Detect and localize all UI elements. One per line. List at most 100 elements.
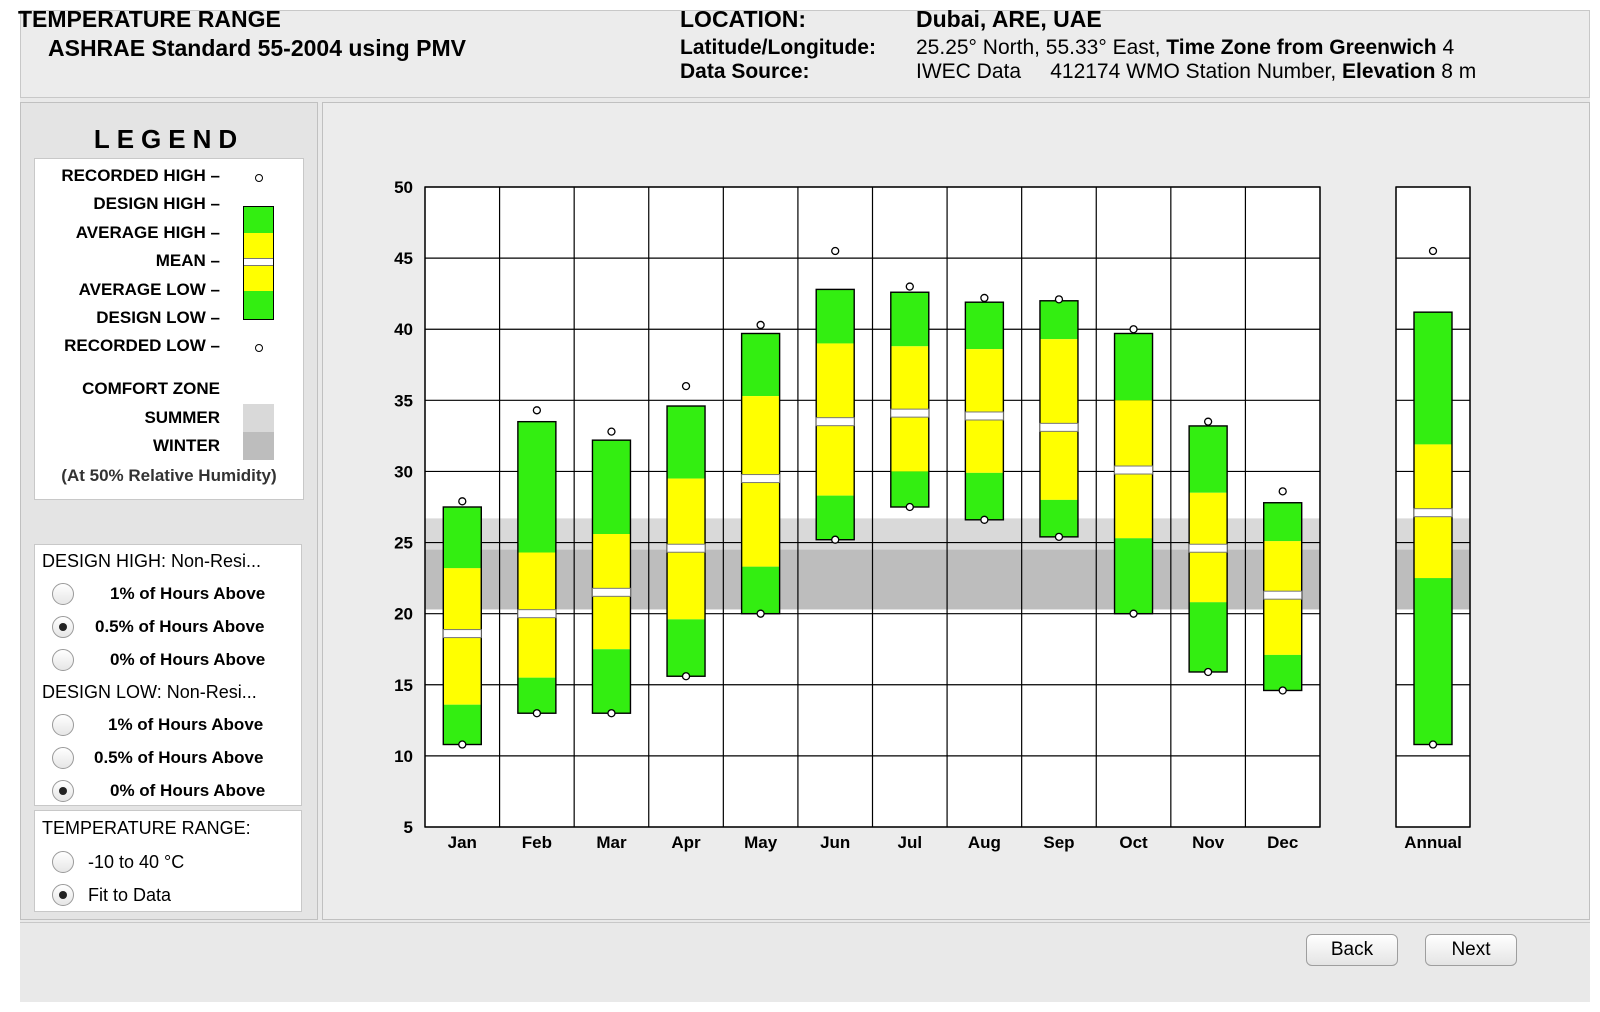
recorded-low-marker (756, 609, 765, 618)
design-high-radio-2[interactable] (52, 616, 74, 638)
bar-design-high (1263, 502, 1302, 542)
legend-design-low-label: DESIGN LOW – (96, 308, 220, 327)
y-tick-label: 40 (394, 320, 413, 339)
y-tick-label: 20 (394, 605, 413, 624)
bar-design-low (965, 472, 1004, 520)
location-label: LOCATION: (680, 6, 807, 32)
recorded-low-marker (1203, 667, 1213, 677)
design-low-radio-1[interactable] (52, 714, 74, 736)
location-value: Dubai, ARE, UAE (916, 6, 1102, 32)
x-tick-label: May (744, 833, 778, 852)
bar-design-low (1189, 602, 1228, 672)
y-tick-label: 50 (394, 178, 413, 197)
bar-design-low (741, 566, 780, 614)
bar-mean (1114, 465, 1154, 475)
bar-design-high (1114, 333, 1153, 401)
bar-mean (1188, 543, 1228, 553)
recorded-high-marker (831, 246, 840, 256)
bar-design-high (592, 440, 631, 535)
temperature-range-label: TEMPERATURE RANGE: (42, 818, 251, 838)
temperature-range-chart: 5 10 15 20 25 30 35 40 45 50 Jan Feb Mar Apr May Jun Jul… (394, 178, 1471, 852)
recorded-high-marker (1203, 417, 1213, 426)
recorded-low-marker-icon (255, 344, 263, 352)
temperature-range-radio-2[interactable] (52, 884, 74, 906)
legend-mean-label: MEAN – (155, 251, 220, 270)
bar-mean (1413, 508, 1453, 518)
recorded-low-marker (681, 672, 691, 681)
summer-swatch (243, 404, 274, 432)
legend-summer-label: SUMMER (144, 408, 220, 427)
recorded-high-marker (1129, 325, 1138, 334)
bar-mean (890, 408, 930, 418)
latlon-label: Latitude/Longitude: (680, 36, 876, 59)
legend-design-high-label: DESIGN HIGH – (93, 194, 220, 213)
design-low-radio-2[interactable] (52, 747, 74, 769)
legend-comfort-zone-label: COMFORT ZONE (82, 379, 220, 398)
bar-mean (666, 543, 706, 553)
bar-design-high (1414, 312, 1452, 445)
source-line: IWEC Data 412174 WMO Station Number, Ele… (916, 60, 1476, 84)
design-low-radio-3[interactable] (52, 780, 74, 802)
latlon-value: 25.25° North, 55.33° East, (916, 36, 1161, 59)
legend-winter-label: WINTER (152, 436, 220, 455)
y-tick-label: 10 (394, 747, 413, 766)
bar-average (965, 349, 1004, 473)
x-tick-label: Dec (1267, 833, 1298, 852)
bar-average (1039, 339, 1078, 500)
bar-mean (591, 587, 631, 597)
bar-design-high (517, 421, 556, 553)
design-low-option-3[interactable]: 0% of Hours Above (110, 781, 265, 801)
legend-recorded-low-label: RECORDED LOW – (64, 336, 220, 355)
x-tick-label: Sep (1043, 833, 1074, 852)
x-tick-label: Jun (820, 833, 850, 852)
recorded-high-marker (1428, 246, 1438, 256)
bar-design-high (890, 292, 929, 347)
bar-design-low (1263, 654, 1302, 691)
bar-design-high (1189, 425, 1228, 493)
timezone-value: 4 (1442, 36, 1455, 59)
recorded-low-marker (905, 502, 914, 512)
legend-note: (At 50% Relative Humidity) (61, 466, 277, 485)
bar-mean (964, 411, 1004, 421)
next-button[interactable]: Next (1425, 934, 1517, 966)
elevation-label: Elevation (1342, 60, 1436, 83)
x-tick-label: Annual (1404, 833, 1462, 852)
recorded-low-marker (1278, 686, 1287, 695)
bar-design-high (965, 302, 1004, 350)
design-high-option-2[interactable]: 0.5% of Hours Above (95, 617, 264, 637)
design-low-option-2[interactable]: 0.5% of Hours Above (94, 748, 263, 768)
recorded-high-marker (532, 406, 542, 415)
recorded-low-marker (607, 709, 616, 718)
design-high-option-3[interactable]: 0% of Hours Above (110, 650, 265, 670)
y-tick-label: 25 (394, 534, 413, 553)
temperature-range-radio-1[interactable] (52, 851, 74, 873)
recorded-low-marker (1054, 532, 1064, 542)
y-tick-label: 35 (394, 391, 413, 410)
bar-mean (1039, 422, 1079, 432)
bar-design-high (816, 289, 855, 344)
recorded-high-marker (756, 320, 765, 330)
page-title: TEMPERATURE RANGE (18, 6, 281, 32)
x-tick-label: Aug (968, 833, 1001, 852)
recorded-high-marker (905, 282, 914, 291)
bar-design-low (517, 677, 556, 714)
bar-design-high (741, 333, 780, 397)
back-button[interactable]: Back (1306, 934, 1398, 966)
temperature-range-option-2[interactable]: Fit to Data (88, 885, 171, 906)
design-high-radio-1[interactable] (52, 583, 74, 605)
legend-average-high-label: AVERAGE HIGH – (75, 223, 220, 242)
temperature-range-option-1[interactable]: -10 to 40 °C (88, 852, 184, 873)
design-high-radio-3[interactable] (52, 649, 74, 671)
latlon-line: 25.25° North, 55.33° East, Time Zone fro… (916, 36, 1454, 60)
design-high-option-1[interactable]: 1% of Hours Above (110, 584, 265, 604)
bar-mean (517, 609, 557, 619)
x-tick-label: Mar (596, 833, 627, 852)
y-tick-label: 15 (394, 676, 413, 695)
x-tick-label: Feb (522, 833, 552, 852)
design-low-option-1[interactable]: 1% of Hours Above (108, 715, 263, 735)
recorded-high-marker (980, 293, 989, 303)
x-tick-label: Jul (898, 833, 923, 852)
source-label: Data Source: (680, 60, 810, 83)
station-value: 412174 WMO Station Number, (1050, 60, 1337, 83)
bar-design-low (592, 649, 631, 714)
